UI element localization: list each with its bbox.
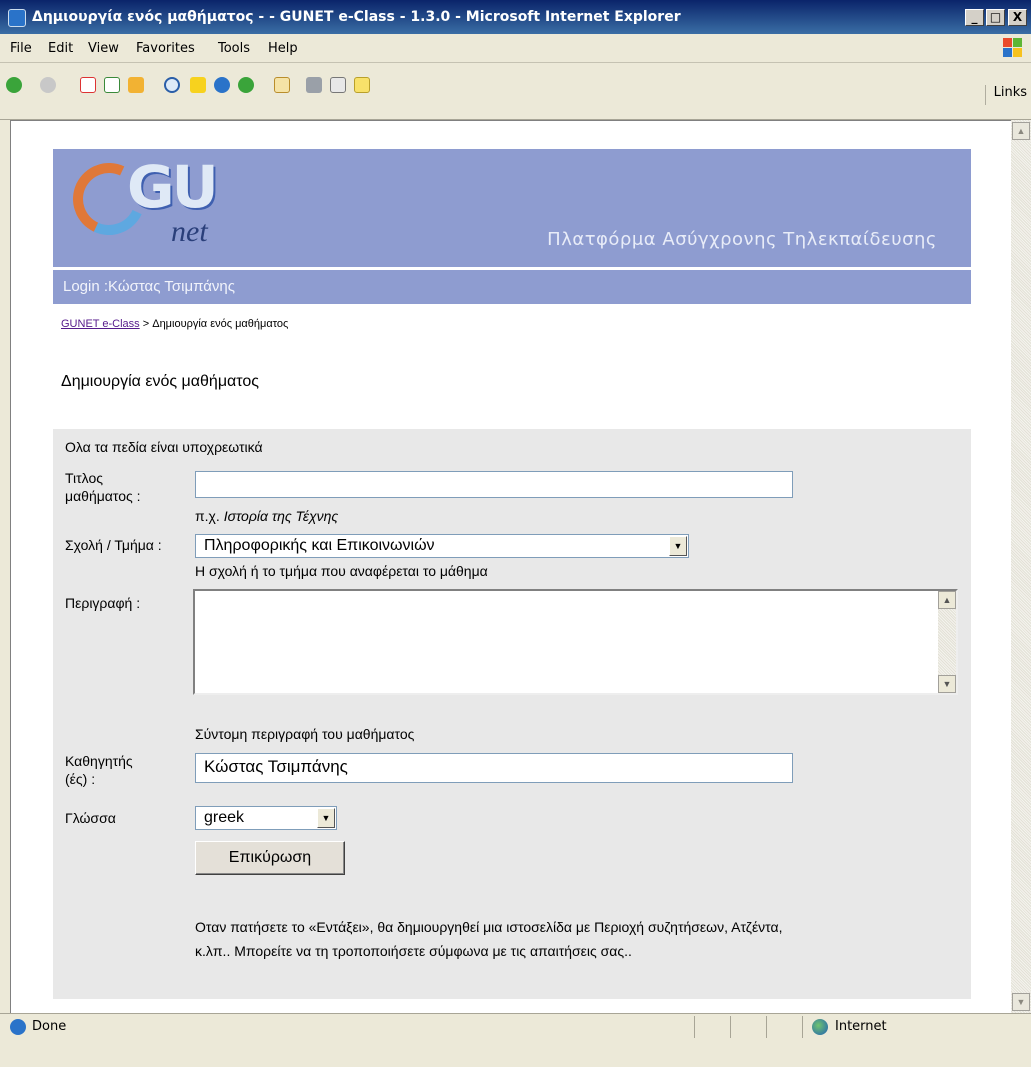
print-icon[interactable] xyxy=(306,77,322,93)
course-title-label: Τιτλος μαθήματος : xyxy=(65,469,141,505)
scroll-up-arrow-icon[interactable]: ▲ xyxy=(938,591,956,609)
menu-edit[interactable]: Edit xyxy=(48,41,73,56)
department-hint: Η σχολή ή το τμήμα που αναφέρεται το μάθ… xyxy=(195,563,488,579)
menu-help[interactable]: Help xyxy=(268,41,298,56)
submit-button[interactable]: Επικύρωση xyxy=(195,841,345,875)
footer-note-line2: κ.λπ.. Μπορείτε να τη τροποποιήσετε σύμφ… xyxy=(195,943,632,959)
window-title: Δημιουργία ενός μαθήματος - - GUNET e-Cl… xyxy=(32,9,681,25)
forward-icon[interactable] xyxy=(40,77,56,93)
login-text: Login :Κώστας Τσιμπάνης xyxy=(63,278,235,295)
home-icon[interactable] xyxy=(128,77,144,93)
course-title-label-line2: μαθήματος : xyxy=(65,488,141,504)
chevron-down-icon[interactable]: ▼ xyxy=(669,536,687,556)
close-button[interactable]: X xyxy=(1008,9,1027,26)
security-zone-text: Internet xyxy=(835,1019,887,1034)
windows-logo-icon xyxy=(1003,38,1023,58)
professor-input[interactable]: Κώστας Τσιμπάνης xyxy=(195,753,793,783)
status-bar: Done Internet xyxy=(0,1013,1031,1067)
page-viewport: GU net Πλατφόρμα Ασύγχρονης Τηλεκπαίδευσ… xyxy=(10,120,1011,1014)
internet-globe-icon xyxy=(812,1019,828,1035)
logo-net-text: net xyxy=(171,215,208,248)
create-course-form: Ολα τα πεδία είναι υποχρεωτικά Τιτλος μα… xyxy=(53,429,971,999)
professor-label-line1: Καθηγητής xyxy=(65,753,133,769)
platform-title: Πλατφόρμα Ασύγχρονης Τηλεκπαίδευσης xyxy=(547,229,937,250)
page-title: Δημιουργία ενός μαθήματος xyxy=(61,373,259,390)
professor-label: Καθηγητής (ές) : xyxy=(65,752,133,788)
chevron-down-icon[interactable]: ▼ xyxy=(317,808,335,828)
toolbar: Links xyxy=(0,63,1031,120)
login-bar: Login :Κώστας Τσιμπάνης xyxy=(53,270,971,304)
scroll-down-arrow-icon[interactable]: ▼ xyxy=(938,675,956,693)
scroll-down-arrow-icon[interactable]: ▼ xyxy=(1012,993,1030,1011)
page-done-icon xyxy=(10,1019,26,1035)
form-heading: Ολα τα πεδία είναι υποχρεωτικά xyxy=(65,439,263,455)
site-header: GU net Πλατφόρμα Ασύγχρονης Τηλεκπαίδευσ… xyxy=(53,149,971,267)
media-icon[interactable] xyxy=(214,77,230,93)
course-title-hint: π.χ. Ιστορία της Τέχνης xyxy=(195,508,338,524)
favorites-star-icon[interactable] xyxy=(190,77,206,93)
breadcrumb-separator: > xyxy=(142,318,150,330)
mail-icon[interactable] xyxy=(274,77,290,93)
stop-icon[interactable] xyxy=(80,77,96,93)
refresh-icon[interactable] xyxy=(104,77,120,93)
status-pane xyxy=(730,1016,767,1038)
department-select[interactable]: Πληροφορικής και Επικοινωνιών ▼ xyxy=(195,534,689,558)
minimize-button[interactable]: _ xyxy=(965,9,984,26)
footer-note-line1: Οταν πατήσετε το «Εντάξει», θα δημιουργη… xyxy=(195,919,783,935)
course-title-input[interactable] xyxy=(195,471,793,498)
status-text: Done xyxy=(32,1019,67,1034)
description-textarea[interactable]: ▲ ▼ xyxy=(193,589,958,695)
menu-tools[interactable]: Tools xyxy=(218,41,250,56)
status-pane xyxy=(766,1016,803,1038)
language-selected-value: greek xyxy=(204,809,245,826)
messenger-note-icon[interactable] xyxy=(354,77,370,93)
back-icon[interactable] xyxy=(6,77,22,93)
history-icon[interactable] xyxy=(238,77,254,93)
course-title-hint-example: Ιστορία της Τέχνης xyxy=(223,508,339,524)
course-title-label-line1: Τιτλος xyxy=(65,470,103,486)
ie-icon xyxy=(8,9,26,27)
menu-bar: File Edit View Favorites Tools Help xyxy=(0,34,1031,63)
menu-view[interactable]: View xyxy=(88,41,119,56)
language-select[interactable]: greek ▼ xyxy=(195,806,337,830)
description-hint: Σύντομη περιγραφή του μαθήματος xyxy=(195,726,415,742)
logo-gu-text: GU xyxy=(127,153,219,221)
breadcrumb-current: Δημιουργία ενός μαθήματος xyxy=(152,318,289,330)
scroll-up-arrow-icon[interactable]: ▲ xyxy=(1012,122,1030,140)
professor-label-line2: (ές) : xyxy=(65,771,96,787)
breadcrumb-home-link[interactable]: GUNET e-Class xyxy=(61,318,140,330)
window-title-bar: Δημιουργία ενός μαθήματος - - GUNET e-Cl… xyxy=(0,0,1031,34)
department-label: Σχολή / Τμήμα : xyxy=(65,537,162,553)
page-scrollbar[interactable]: ▲ ▼ xyxy=(1011,120,1031,1013)
status-pane xyxy=(694,1016,731,1038)
language-label: Γλώσσα xyxy=(65,810,116,826)
breadcrumb: GUNET e-Class > Δημιουργία ενός μαθήματο… xyxy=(61,318,288,330)
links-button[interactable]: Links xyxy=(984,85,1031,105)
menu-favorites[interactable]: Favorites xyxy=(136,41,195,56)
description-label: Περιγραφή : xyxy=(65,595,141,611)
menu-file[interactable]: File xyxy=(10,41,32,56)
edit-page-icon[interactable] xyxy=(330,77,346,93)
search-icon[interactable] xyxy=(164,77,180,93)
maximize-button[interactable]: □ xyxy=(986,9,1005,26)
description-scrollbar[interactable]: ▲ ▼ xyxy=(938,591,956,693)
course-title-hint-prefix: π.χ. xyxy=(195,508,220,524)
department-selected-value: Πληροφορικής και Επικοινωνιών xyxy=(204,537,435,554)
